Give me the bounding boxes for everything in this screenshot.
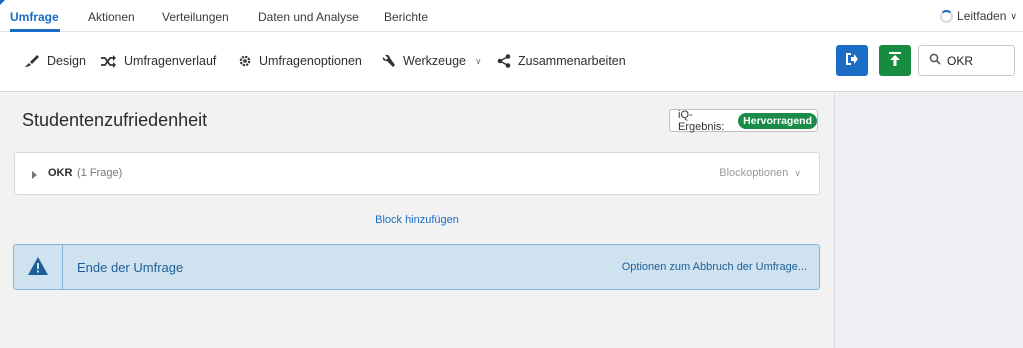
design-button[interactable]: Design [24,54,86,68]
chevron-down-icon: ∨ [1010,10,1017,21]
preview-icon [845,52,859,69]
block-options-label: Blockoptionen [719,167,789,179]
chevron-down-icon: ∨ [794,168,801,178]
survey-editor: Studentenzufriedenheit iQ-Ergebnis: Herv… [0,93,834,348]
right-side-panel [834,93,1023,348]
tools-menu-button[interactable]: Werkzeuge ∨ [381,54,482,68]
end-of-survey-title: Ende der Umfrage [77,260,184,275]
corner-marker [0,0,5,5]
block-question-count: (1 Frage) [77,167,123,179]
brush-icon [24,54,40,68]
publish-icon [888,51,902,70]
collaborate-button[interactable]: Zusammenarbeiten [497,54,626,68]
survey-title: Studentenzufriedenheit [22,110,208,130]
survey-history-button[interactable]: Umfragenverlauf [100,54,216,68]
block-options-menu[interactable]: Blockoptionen ∨ [719,167,801,179]
end-of-survey-options-link[interactable]: Optionen zum Abbruch der Umfrage... [622,261,807,273]
expand-triangle-icon[interactable] [32,171,37,179]
tab-umfrage[interactable]: Umfrage [10,10,59,24]
survey-options-button[interactable]: Umfragenoptionen [238,54,362,68]
question-block[interactable]: OKR (1 Frage) Blockoptionen ∨ [14,152,820,195]
end-of-survey-bar[interactable]: Ende der Umfrage Optionen zum Abbruch de… [13,244,820,290]
add-block-link[interactable]: Block hinzufügen [0,214,834,226]
warning-icon [28,256,48,278]
preview-button[interactable] [836,45,868,76]
guide-menu[interactable]: Leitfaden ∨ [940,9,1017,23]
shuffle-icon [100,54,117,68]
collaborate-label: Zusammenarbeiten [518,54,626,68]
block-name: OKR [48,167,73,179]
wrench-icon [381,54,396,68]
search-icon [929,53,941,68]
tools-label: Werkzeuge [403,54,466,68]
publish-button[interactable] [879,45,911,76]
tab-aktionen[interactable]: Aktionen [88,10,135,24]
tab-berichte[interactable]: Berichte [384,10,428,24]
iq-score-label: iQ-Ergebnis: [678,108,725,133]
guide-label: Leitfaden [957,9,1007,23]
warning-icon-cell [14,245,63,289]
survey-options-label: Umfragenoptionen [259,54,362,68]
gear-icon [238,54,252,68]
share-icon [497,54,511,68]
survey-toolbar: Design Umfragenverlauf Umfragenoptionen … [0,32,1023,92]
progress-spinner-icon [940,9,954,23]
search-input[interactable] [947,53,1007,68]
tab-daten-und-analyse[interactable]: Daten und Analyse [258,10,359,24]
search-box[interactable] [918,45,1015,76]
chevron-down-icon: ∨ [475,55,482,66]
iq-score[interactable]: iQ-Ergebnis: Hervorragend [669,108,818,133]
top-navigation: Umfrage Aktionen Verteilungen Daten und … [0,0,1023,32]
iq-score-badge: Hervorragend [738,112,817,129]
design-label: Design [47,54,86,68]
tab-verteilungen[interactable]: Verteilungen [162,10,229,24]
survey-history-label: Umfragenverlauf [124,54,217,68]
